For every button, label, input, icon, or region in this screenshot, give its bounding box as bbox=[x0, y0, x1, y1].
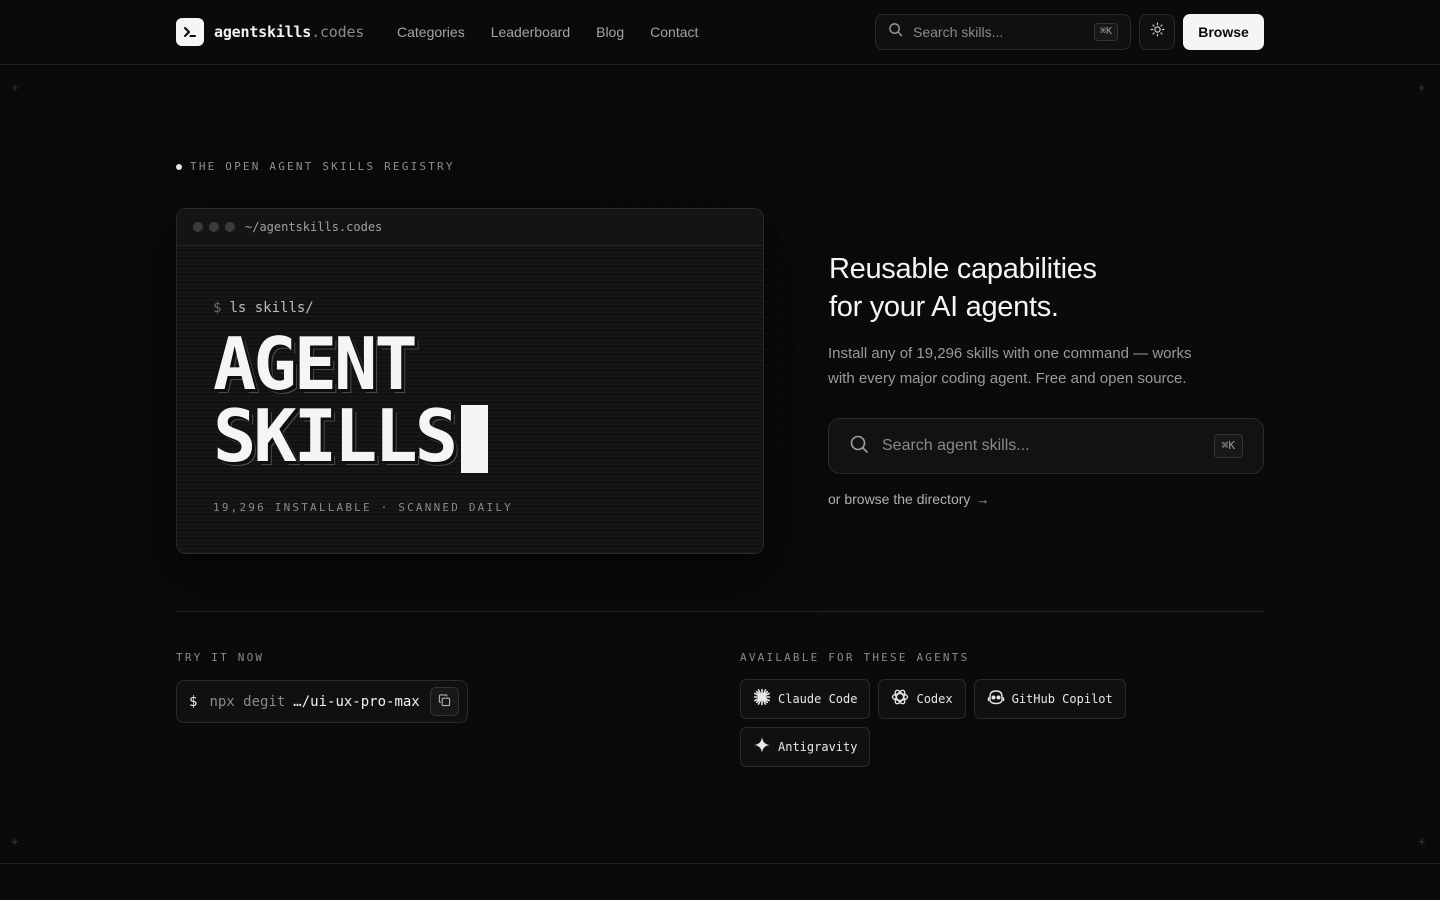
openai-icon bbox=[891, 688, 909, 711]
eyebrow-text: THE OPEN AGENT SKILLS REGISTRY bbox=[190, 160, 455, 173]
shortcut-badge: ⌘K bbox=[1093, 23, 1118, 41]
browse-directory-link[interactable]: or browse the directory → bbox=[828, 491, 989, 507]
hero-headline: Reusable capabilities for your AI agents… bbox=[829, 250, 1097, 326]
nav-categories[interactable]: Categories bbox=[397, 23, 465, 41]
agent-name: Codex bbox=[916, 692, 953, 706]
nav-blog[interactable]: Blog bbox=[596, 23, 624, 41]
install-command: $ npx degit …/ui-ux-pro-max bbox=[176, 680, 468, 723]
corner-plus-icon: + bbox=[1418, 834, 1426, 849]
header-search-input[interactable]: Search skills... ⌘K bbox=[875, 14, 1131, 50]
agent-chip-github-copilot[interactable]: GitHub Copilot bbox=[973, 679, 1126, 719]
corner-plus-icon: + bbox=[1418, 80, 1426, 95]
agents-label: AVAILABLE FOR THESE AGENTS bbox=[740, 651, 970, 664]
nav-contact[interactable]: Contact bbox=[650, 23, 698, 41]
copilot-icon bbox=[987, 688, 1005, 711]
header-search-placeholder: Search skills... bbox=[913, 24, 1004, 40]
sparkle-icon bbox=[753, 736, 771, 759]
terminal-prompt: $ ls skills/ bbox=[213, 300, 314, 316]
copy-icon bbox=[438, 692, 451, 711]
agent-name: Claude Code bbox=[778, 692, 858, 706]
nav-leaderboard[interactable]: Leaderboard bbox=[491, 23, 570, 41]
main-nav: Categories Leaderboard Blog Contact bbox=[397, 23, 724, 41]
terminal-cursor bbox=[461, 405, 489, 473]
subtitle-line1: Install any of 19,296 skills with one co… bbox=[828, 345, 1192, 362]
subtitle-line2: with every major coding agent. Free and … bbox=[828, 370, 1187, 387]
terminal-body: $ ls skills/ AGENT SKILLS 19,296 INSTALLA… bbox=[177, 247, 763, 553]
headline-line2: for your AI agents. bbox=[829, 291, 1059, 323]
terminal-titlebar: ~/agentskills.codes bbox=[177, 209, 763, 246]
shortcut-badge: ⌘K bbox=[1213, 434, 1243, 458]
sun-icon bbox=[1150, 22, 1165, 42]
hero-title-line2: SKILLS bbox=[213, 394, 489, 478]
hero-title-line1: AGENT bbox=[213, 322, 418, 406]
corner-plus-icon: + bbox=[11, 834, 19, 849]
site-header: agentskills.codes Categories Leaderboard… bbox=[0, 0, 1440, 65]
cmd-target: …/ui-ux-pro-max bbox=[293, 693, 420, 710]
corner-plus-icon: + bbox=[11, 80, 19, 95]
copy-button[interactable] bbox=[430, 687, 459, 716]
browse-link-label: or browse the directory bbox=[828, 491, 971, 507]
agent-chip-codex[interactable]: Codex bbox=[878, 679, 966, 719]
agents-list: Claude Code Codex GitHub Copilot Antigra… bbox=[740, 679, 1160, 775]
search-icon bbox=[849, 434, 869, 459]
agent-name: GitHub Copilot bbox=[1011, 692, 1113, 706]
terminal-footer: 19,296 INSTALLABLE · SCANNED DAILY bbox=[213, 501, 513, 514]
claude-icon bbox=[753, 688, 771, 711]
agent-chip-antigravity[interactable]: Antigravity bbox=[740, 727, 871, 767]
theme-toggle-button[interactable] bbox=[1139, 14, 1175, 50]
cmd-prompt: $ bbox=[189, 693, 198, 710]
try-now-label: TRY IT NOW bbox=[176, 651, 265, 664]
eyebrow: THE OPEN AGENT SKILLS REGISTRY bbox=[176, 160, 455, 173]
terminal-logo-icon bbox=[176, 18, 204, 46]
hero-search-input[interactable]: Search agent skills... ⌘K bbox=[828, 418, 1264, 474]
terminal-command: ls skills/ bbox=[229, 300, 314, 316]
browse-button[interactable]: Browse bbox=[1183, 14, 1264, 50]
window-dot-icon bbox=[225, 222, 235, 232]
brand-name: agentskills.codes bbox=[214, 23, 365, 41]
bullet-dot bbox=[176, 163, 182, 170]
hero-search-placeholder: Search agent skills... bbox=[882, 437, 1030, 454]
terminal-window: ~/agentskills.codes $ ls skills/ AGENT SK… bbox=[176, 208, 764, 554]
window-dot-icon bbox=[209, 222, 219, 232]
window-dot-icon bbox=[193, 222, 203, 232]
cmd-prefix: npx degit bbox=[209, 693, 286, 710]
site-logo[interactable]: agentskills.codes bbox=[176, 18, 364, 46]
hero-subtitle: Install any of 19,296 skills with one co… bbox=[828, 341, 1228, 391]
headline-line1: Reusable capabilities bbox=[829, 253, 1097, 285]
search-icon bbox=[888, 22, 903, 42]
hero-title-line2-text: SKILLS bbox=[213, 394, 458, 478]
agent-chip-claude-code[interactable]: Claude Code bbox=[740, 679, 871, 719]
terminal-path: ~/agentskills.codes bbox=[245, 220, 383, 234]
bottom-border bbox=[0, 863, 1440, 864]
agent-name: Antigravity bbox=[778, 740, 858, 754]
prompt-symbol: $ bbox=[213, 300, 222, 316]
section-divider bbox=[176, 611, 1264, 612]
arrow-right-icon: → bbox=[976, 491, 990, 507]
